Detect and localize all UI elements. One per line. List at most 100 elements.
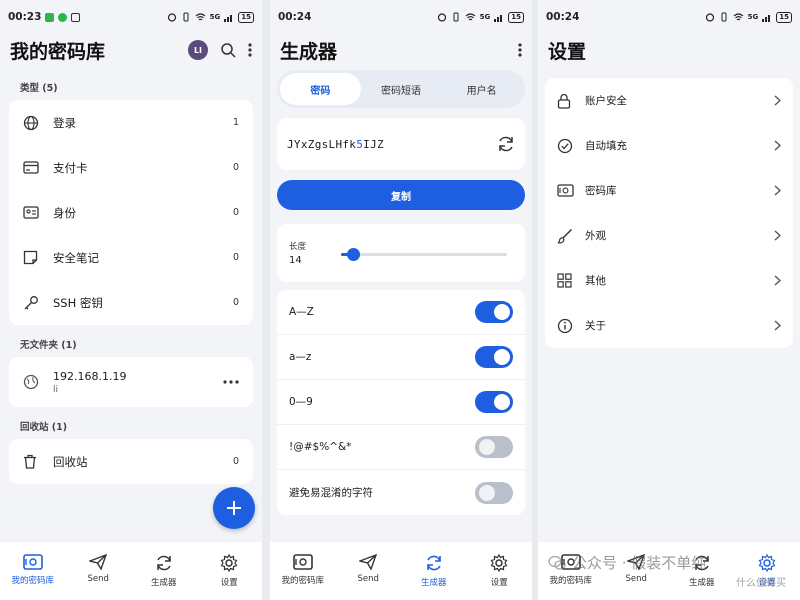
settings-item-account-security[interactable]: 账户安全 bbox=[545, 78, 793, 123]
globe-icon bbox=[23, 115, 45, 131]
nav-label: 我的密码库 bbox=[11, 576, 54, 586]
vault-icon bbox=[557, 184, 577, 197]
settings-item-label: 账户安全 bbox=[585, 95, 627, 107]
nav-label: 我的密码库 bbox=[281, 576, 324, 586]
type-label: SSH 密钥 bbox=[53, 295, 103, 310]
type-row-card[interactable]: 支付卡 0 bbox=[9, 145, 253, 190]
more-vertical-icon[interactable] bbox=[248, 42, 252, 58]
option-lowercase: a—z bbox=[277, 335, 525, 380]
option-label: A—Z bbox=[289, 306, 314, 318]
settings-item-appearance[interactable]: 外观 bbox=[545, 213, 793, 258]
type-label: 身份 bbox=[53, 205, 76, 220]
type-count: 1 bbox=[232, 117, 239, 128]
settings-item-label: 自动填充 bbox=[585, 140, 627, 152]
add-item-button[interactable] bbox=[213, 487, 255, 529]
nav-settings[interactable]: 设置 bbox=[470, 554, 528, 588]
plus-icon bbox=[227, 501, 241, 515]
generator-type-tabs: 密码 密码短语 用户名 bbox=[277, 70, 525, 108]
more-horizontal-icon[interactable] bbox=[223, 380, 239, 384]
signal-label: 5G bbox=[479, 13, 491, 21]
trash-row[interactable]: 回收站 0 bbox=[9, 439, 253, 484]
copy-button[interactable]: 复制 bbox=[277, 180, 525, 210]
length-slider[interactable] bbox=[341, 248, 507, 261]
settings-item-about[interactable]: 关于 bbox=[545, 303, 793, 348]
option-numbers: 0—9 bbox=[277, 380, 525, 425]
type-row-ssh[interactable]: SSH 密钥 0 bbox=[9, 280, 253, 325]
type-row-login[interactable]: 登录 1 bbox=[9, 100, 253, 145]
trash-card: 回收站 0 bbox=[9, 439, 253, 484]
trash-label: 回收站 bbox=[53, 454, 88, 469]
bottom-nav: 我的密码库 Send 生成器 设置 bbox=[270, 542, 532, 600]
key-icon bbox=[23, 295, 45, 311]
option-avoid-ambiguous: 避免易混淆的字符 bbox=[277, 470, 525, 515]
signal-icon bbox=[494, 13, 504, 22]
app-notification-icon bbox=[45, 12, 55, 22]
vault-item-row[interactable]: 192.168.1.19 li bbox=[9, 357, 253, 407]
vault-icon bbox=[292, 554, 313, 570]
refresh-icon bbox=[155, 554, 173, 572]
battery-indicator: 15 bbox=[238, 11, 254, 23]
tab-username[interactable]: 用户名 bbox=[441, 73, 522, 105]
tab-password[interactable]: 密码 bbox=[280, 73, 361, 105]
nav-label: 设置 bbox=[220, 578, 238, 588]
tab-passphrase[interactable]: 密码短语 bbox=[361, 73, 442, 105]
nav-label: Send bbox=[357, 574, 379, 584]
chevron-right-icon bbox=[774, 275, 781, 286]
nav-vault[interactable]: 我的密码库 bbox=[274, 554, 332, 586]
stage: 00:23 5G 15 我的密码库 LI 类型 (5) 登录 1 支付卡 0 身… bbox=[0, 0, 800, 600]
nav-label: 生成器 bbox=[688, 578, 715, 588]
toggle-special[interactable] bbox=[475, 436, 513, 458]
nav-send[interactable]: Send bbox=[339, 554, 397, 584]
signal-label: 5G bbox=[747, 13, 759, 21]
length-card: 长度 14 bbox=[277, 224, 525, 282]
vibrate-icon bbox=[719, 12, 729, 22]
nav-send[interactable]: Send bbox=[69, 554, 127, 584]
length-value: 14 bbox=[289, 255, 302, 266]
toggle-knob bbox=[479, 439, 495, 455]
nav-generator[interactable]: 生成器 bbox=[405, 554, 463, 588]
toggle-avoid-ambiguous[interactable] bbox=[475, 481, 513, 504]
type-row-identity[interactable]: 身份 0 bbox=[9, 190, 253, 235]
length-slider-handle[interactable] bbox=[347, 248, 360, 261]
vault-item-text: 192.168.1.19 li bbox=[53, 370, 223, 395]
status-bar: 00:24 5G 15 bbox=[270, 0, 532, 34]
more-vertical-icon[interactable] bbox=[518, 42, 522, 58]
type-count: 0 bbox=[232, 162, 239, 173]
settings-item-other[interactable]: 其他 bbox=[545, 258, 793, 303]
chevron-right-icon bbox=[774, 230, 781, 241]
search-icon[interactable] bbox=[220, 42, 236, 58]
length-label: 长度 bbox=[289, 242, 307, 252]
toggle-numbers[interactable] bbox=[475, 391, 513, 413]
nav-vault[interactable]: 我的密码库 bbox=[4, 554, 62, 586]
credit-card-icon bbox=[23, 161, 45, 174]
types-card: 登录 1 支付卡 0 身份 0 安全笔记 0 SSH 密钥 0 bbox=[9, 100, 253, 325]
type-count: 0 bbox=[232, 252, 239, 263]
info-icon bbox=[557, 318, 577, 334]
nav-settings[interactable]: 设置 bbox=[200, 554, 258, 588]
chevron-right-icon bbox=[774, 95, 781, 106]
status-bar: 00:24 5G 15 bbox=[538, 0, 800, 34]
settings-item-autofill[interactable]: 自动填充 bbox=[545, 123, 793, 168]
toggle-uppercase[interactable] bbox=[475, 301, 513, 323]
vault-header: 我的密码库 LI bbox=[0, 34, 262, 66]
toggle-lowercase[interactable] bbox=[475, 346, 513, 368]
regenerate-icon[interactable] bbox=[497, 135, 515, 153]
type-row-note[interactable]: 安全笔记 0 bbox=[9, 235, 253, 280]
status-bar: 00:23 5G 15 bbox=[0, 0, 262, 34]
toggle-knob bbox=[494, 349, 510, 365]
types-section-header: 类型 (5) bbox=[20, 83, 58, 94]
options-card: A—Z a—z 0—9 !@#$%^&* 避免易混淆的字符 bbox=[277, 290, 525, 515]
nav-generator[interactable]: 生成器 bbox=[135, 554, 193, 588]
toggle-knob bbox=[479, 484, 495, 501]
settings-item-vault[interactable]: 密码库 bbox=[545, 168, 793, 213]
settings-item-label: 密码库 bbox=[585, 185, 617, 197]
option-label: a—z bbox=[289, 351, 312, 363]
generator-header: 生成器 bbox=[270, 34, 532, 66]
avatar[interactable]: LI bbox=[188, 40, 208, 60]
generated-password[interactable]: JYxZgsLHfk5IJZ bbox=[287, 138, 384, 151]
gear-icon bbox=[758, 554, 776, 572]
option-label: 0—9 bbox=[289, 396, 313, 408]
wechat-logo-icon bbox=[548, 555, 566, 571]
chevron-right-icon bbox=[774, 140, 781, 151]
signal-icon bbox=[762, 13, 772, 22]
